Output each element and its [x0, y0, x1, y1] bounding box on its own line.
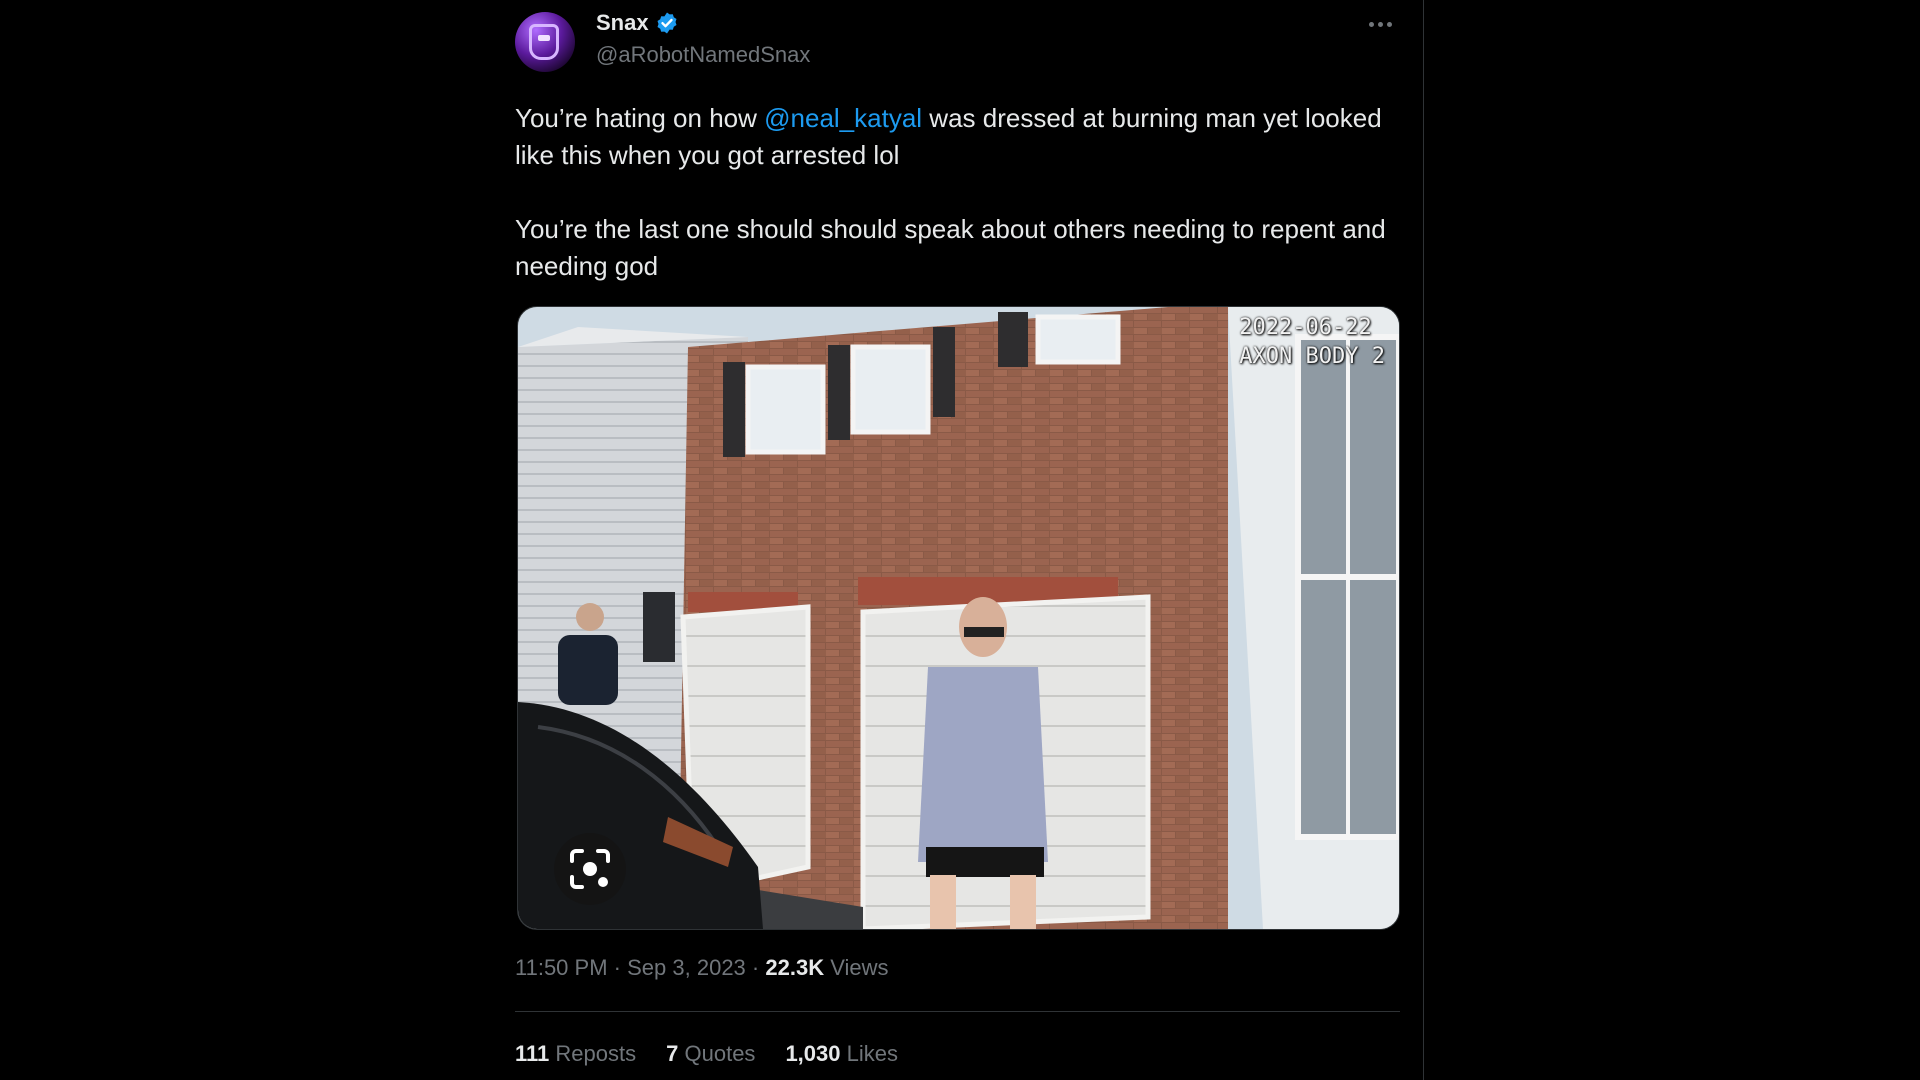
- views-count: 22.3K: [765, 955, 825, 980]
- mention-link[interactable]: @neal_katyal: [764, 103, 922, 133]
- reposts-count: 111: [515, 1041, 550, 1066]
- likes-stat[interactable]: 1,030 Likes: [785, 1041, 898, 1067]
- more-options-icon[interactable]: [1360, 12, 1400, 36]
- likes-label: Likes: [846, 1041, 898, 1066]
- tweet-image[interactable]: 2022-06-22 AXON BODY 2: [517, 306, 1400, 930]
- quotes-stat[interactable]: 7 Quotes: [666, 1041, 755, 1067]
- reposts-label: Reposts: [555, 1041, 637, 1066]
- quotes-count: 7: [666, 1041, 679, 1066]
- divider: [515, 1011, 1400, 1012]
- google-lens-icon[interactable]: [554, 833, 626, 905]
- tweet: Snax @aRobotNamedSnax You’re hating on h…: [515, 0, 1400, 1080]
- engagement-stats: 111 Reposts 7 Quotes 1,030 Likes: [515, 1041, 898, 1067]
- reposts-stat[interactable]: 111 Reposts: [515, 1041, 636, 1067]
- author-name[interactable]: Snax: [596, 10, 649, 36]
- tweet-meta: 11:50 PM · Sep 3, 2023 · 22.3K Views: [515, 955, 889, 981]
- meta-separator: ·: [751, 955, 760, 980]
- overlay-date: 2022-06-22: [1239, 315, 1372, 340]
- avatar[interactable]: [515, 12, 575, 72]
- tweet-paragraph-2: You’re the last one should should speak …: [515, 214, 1386, 281]
- tweet-text: You’re hating on how @neal_katyal was dr…: [515, 100, 1400, 285]
- author-handle[interactable]: @aRobotNamedSnax: [596, 42, 810, 68]
- quotes-label: Quotes: [684, 1041, 756, 1066]
- tweet-paragraph-1: You’re hating on how @neal_katyal was dr…: [515, 100, 1400, 174]
- bodycam-timestamp-overlay: 2022-06-22 AXON BODY 2: [1239, 313, 1385, 371]
- overlay-device: AXON BODY 2: [1239, 344, 1385, 369]
- author-name-row: Snax: [596, 10, 679, 36]
- likes-count: 1,030: [785, 1041, 841, 1066]
- bodycam-photo: [518, 307, 1399, 929]
- tweet-time[interactable]: 11:50 PM: [515, 955, 608, 980]
- views-label: Views: [830, 955, 889, 980]
- column-border: [1423, 0, 1424, 1080]
- meta-separator: ·: [613, 955, 621, 980]
- verified-badge-icon[interactable]: [655, 11, 679, 35]
- tweet-date[interactable]: Sep 3, 2023: [627, 955, 746, 980]
- tweet-text-part: You’re hating on how: [515, 103, 765, 133]
